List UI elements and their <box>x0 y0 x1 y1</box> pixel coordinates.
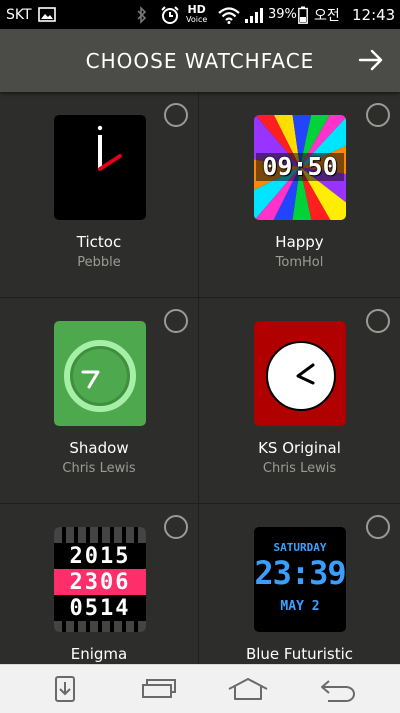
select-radio-enigma[interactable] <box>164 515 188 539</box>
watchface-card-shadow[interactable]: Shadow Chris Lewis <box>0 298 199 504</box>
ampm-label: 오전 <box>314 7 340 24</box>
watchface-preview-blue-futuristic: SATURDAY 23:39 MAY 2 <box>254 527 346 632</box>
watchface-preview-tictoc <box>54 115 146 220</box>
blue-face-day: SATURDAY <box>273 541 327 554</box>
arrow-right-icon <box>358 49 383 71</box>
gallery-notification-icon <box>38 0 56 29</box>
shadow-face-art <box>64 340 136 412</box>
battery-icon <box>298 0 308 29</box>
hd-voice-indicator: HD Voice <box>186 0 207 29</box>
watchface-author: Chris Lewis <box>62 461 136 476</box>
page-title: CHOOSE WATCHFACE <box>85 48 315 73</box>
select-radio-shadow[interactable] <box>164 309 188 333</box>
home-icon <box>228 678 268 700</box>
enigma-bottom-strip <box>54 621 146 632</box>
recent-apps-icon <box>142 679 176 698</box>
notification-pull-button[interactable] <box>40 665 90 713</box>
watchface-card-tictoc[interactable]: Tictoc Pebble <box>0 92 199 298</box>
watchface-name: Tictoc <box>76 233 122 251</box>
signal-icon <box>244 0 266 29</box>
watchface-card-blue-futuristic[interactable]: SATURDAY 23:39 MAY 2 Blue Futuristic <box>199 504 400 664</box>
enigma-row-1: 2015 <box>69 543 131 569</box>
status-bar: SKT HD Voice 39% 오전 12:43 <box>0 0 400 29</box>
watchface-name: Blue Futuristic <box>245 645 354 663</box>
watchface-name: Enigma <box>70 645 128 663</box>
blue-face-date: MAY 2 <box>280 599 320 614</box>
clock-time: 12:43 <box>352 5 396 24</box>
back-button[interactable] <box>308 665 368 713</box>
watchface-card-enigma[interactable]: 2015 2306 0514 Enigma <box>0 504 199 664</box>
watchface-card-ks-original[interactable]: KS Original Chris Lewis <box>199 298 400 504</box>
carrier-label: SKT <box>6 6 32 23</box>
ks-original-face-art <box>266 341 336 411</box>
recent-apps-button[interactable] <box>130 665 190 713</box>
next-button[interactable] <box>356 45 386 75</box>
watchface-name: Shadow <box>69 439 129 457</box>
wifi-icon <box>218 0 240 29</box>
watchface-name: Happy <box>275 233 324 251</box>
watchface-author: TomHol <box>275 255 324 270</box>
watchface-author: Pebble <box>77 255 121 270</box>
watchface-grid: Tictoc Pebble 09:50 Happy TomHol Shadow … <box>0 92 400 664</box>
select-radio-happy[interactable] <box>366 103 390 127</box>
watchface-name: KS Original <box>258 439 341 457</box>
select-radio-ks-original[interactable] <box>366 309 390 333</box>
header-bar: CHOOSE WATCHFACE <box>0 29 400 92</box>
alarm-icon <box>160 0 180 29</box>
watchface-preview-happy: 09:50 <box>254 115 346 220</box>
hd-voice-top: HD <box>187 2 206 16</box>
enigma-top-strip <box>54 527 146 543</box>
blue-face-time: 23:39 <box>254 554 346 592</box>
back-arrow-icon <box>321 680 355 702</box>
happy-face-time: 09:50 <box>262 152 338 181</box>
tictoc-face-art <box>97 125 122 171</box>
enigma-row-2: 2306 <box>54 569 146 595</box>
system-nav-bar <box>0 664 400 713</box>
watchface-card-happy[interactable]: 09:50 Happy TomHol <box>199 92 400 298</box>
watchface-preview-ks-original <box>254 321 346 426</box>
enigma-row-3: 0514 <box>69 595 131 621</box>
watchface-preview-enigma: 2015 2306 0514 <box>54 527 146 632</box>
watchface-author: Chris Lewis <box>262 461 337 476</box>
bluetooth-icon <box>136 0 148 29</box>
home-button[interactable] <box>218 665 278 713</box>
watchface-preview-shadow <box>54 321 146 426</box>
download-tray-icon <box>55 676 75 702</box>
select-radio-tictoc[interactable] <box>164 103 188 127</box>
battery-percent: 39% <box>268 7 297 22</box>
select-radio-blue-futuristic[interactable] <box>366 515 390 539</box>
hd-voice-bottom: Voice <box>186 14 208 24</box>
